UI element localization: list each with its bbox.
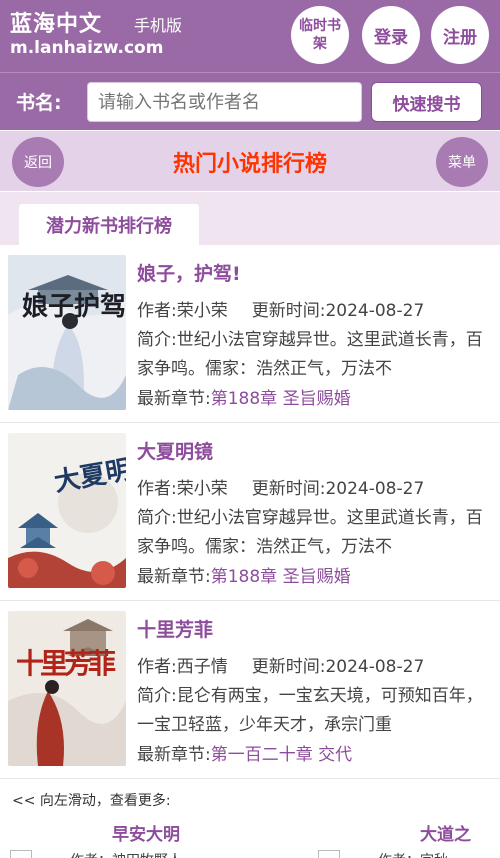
book-title[interactable]: 十里芳菲 <box>137 615 213 642</box>
tab-potential-new-books[interactable]: 潜力新书排行榜 <box>19 204 199 246</box>
book-meta: 作者:西子情 更新时间:2024-08-27 <box>137 657 425 677</box>
site-subtitle: 手机版 <box>134 16 183 35</box>
menu-button[interactable]: 菜单 <box>436 137 488 187</box>
book-author: 荣小荣 <box>176 301 228 321</box>
book-item[interactable]: 大夏明镜 大夏明镜 作者:荣小荣 更新时间:2024-08-27 简介:世纪小法官… <box>0 423 500 601</box>
carousel-book-title[interactable]: 早安大明 <box>112 820 180 845</box>
book-latest-chapter: 最新章节:第188章 圣旨赐婚 <box>137 389 351 409</box>
page-title: 热门小说排行榜 <box>172 152 327 177</box>
book-update-time: 2024-08-27 <box>325 301 425 321</box>
book-title[interactable]: 娘子，护驾! <box>137 259 241 286</box>
swipe-hint: << 向左滑动，查看更多: <box>12 793 171 809</box>
book-update-time: 2024-08-27 <box>325 479 425 499</box>
book-thumb-icon[interactable] <box>318 850 340 858</box>
book-author: 西子情 <box>176 657 228 677</box>
book-intro: 简介:世纪小法官穿越异世。这里武道长青，百家争鸣。儒家：浩然正气，万法不 <box>137 508 483 557</box>
site-url: m.lanhaizw.com <box>10 38 164 58</box>
book-item[interactable]: 娘子护驾 娘子，护驾! 作者:荣小荣 更新时间:2024-08-27 简介:世纪小… <box>0 245 500 423</box>
book-latest-chapter: 最新章节:第一百二十章 交代 <box>137 745 353 765</box>
book-meta: 作者:荣小荣 更新时间:2024-08-27 <box>137 479 425 499</box>
carousel-book-author: 作者：宗秋 <box>378 850 448 858</box>
book-cover[interactable]: 十里芳菲 <box>8 611 126 766</box>
site-header: 蓝海中文 手机版 m.lanhaizw.com 临时书架 登录 注册 <box>0 0 500 72</box>
svg-text:十里芳菲: 十里芳菲 <box>16 647 116 680</box>
search-input[interactable] <box>87 82 362 122</box>
latest-chapter-link[interactable]: 第一百二十章 交代 <box>211 745 352 765</box>
register-button[interactable]: 注册 <box>431 6 489 64</box>
login-button[interactable]: 登录 <box>362 6 420 64</box>
book-intro: 简介:昆仑有两宝，一宝玄天境，可预知百年，一宝卫轻蓝，少年天才，承宗门重 <box>137 686 483 735</box>
temp-bookshelf-button[interactable]: 临时书架 <box>291 6 349 64</box>
carousel-book-author: 作者：神田牧野人 <box>70 850 182 858</box>
search-label: 书名: <box>16 92 62 114</box>
book-title[interactable]: 大夏明镜 <box>137 437 213 464</box>
latest-chapter-link[interactable]: 第188章 圣旨赐婚 <box>211 389 351 409</box>
book-thumb-icon[interactable] <box>10 850 32 858</box>
search-button[interactable]: 快速搜书 <box>371 82 482 122</box>
title-bar: 返回 热门小说排行榜 菜单 <box>0 131 500 191</box>
site-logo[interactable]: 蓝海中文 <box>10 6 102 38</box>
book-item[interactable]: 十里芳菲 十里芳菲 作者:西子情 更新时间:2024-08-27 简介:昆仑有两宝… <box>0 601 500 779</box>
ranking-tab-bar: 潜力新书排行榜 <box>0 191 500 246</box>
book-cover[interactable]: 娘子护驾 <box>8 255 126 410</box>
latest-chapter-link[interactable]: 第188章 圣旨赐婚 <box>211 567 351 587</box>
svg-text:娘子护驾: 娘子护驾 <box>22 291 126 322</box>
book-intro: 简介:世纪小法官穿越异世。这里武道长青，百家争鸣。儒家：浩然正气，万法不 <box>137 330 483 379</box>
book-latest-chapter: 最新章节:第188章 圣旨赐婚 <box>137 567 351 587</box>
carousel-book-title[interactable]: 大道之 <box>420 820 471 845</box>
book-cover[interactable]: 大夏明镜 <box>8 433 126 588</box>
search-bar: 书名: 快速搜书 <box>0 72 500 130</box>
book-update-time: 2024-08-27 <box>325 657 425 677</box>
book-author: 荣小荣 <box>176 479 228 499</box>
book-meta: 作者:荣小荣 更新时间:2024-08-27 <box>137 301 425 321</box>
